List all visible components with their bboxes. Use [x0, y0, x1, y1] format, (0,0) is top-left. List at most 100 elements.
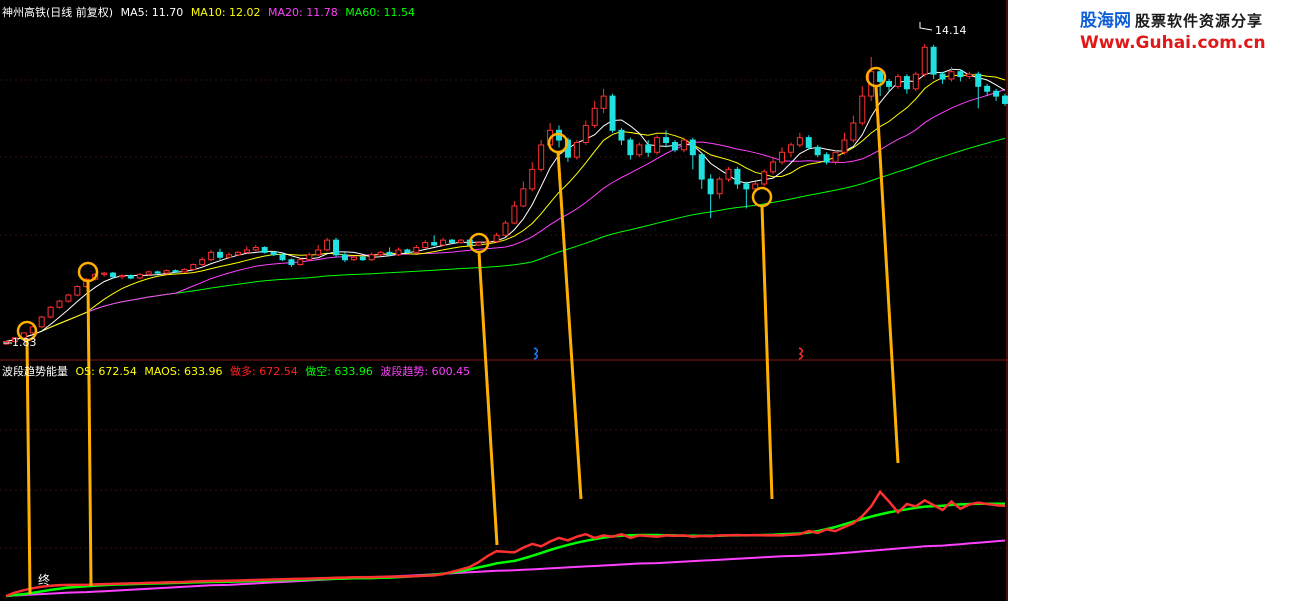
- candle-body-78: [698, 154, 705, 180]
- candle-body-98: [877, 71, 884, 82]
- candle-body-48: [431, 242, 438, 246]
- candle-body-70: [627, 139, 634, 156]
- candle-body-45: [404, 249, 411, 253]
- candle-body-89: [796, 137, 803, 146]
- candle-body-35: [315, 249, 322, 256]
- long-readout: 做多: 672.54: [230, 365, 298, 378]
- candle-body-30: [270, 251, 277, 256]
- candle-body-72: [645, 144, 652, 153]
- candle-body-66: [591, 107, 598, 126]
- candle-body-41: [368, 254, 375, 261]
- candle-body-28: [252, 246, 259, 251]
- candle-body-53: [475, 242, 482, 246]
- candle-body-24: [217, 251, 224, 258]
- candle-body-34: [306, 254, 313, 261]
- price-panel-header: 神州高铁(日线 前复权) MA5: 11.70 MA10: 12.02 MA20…: [2, 4, 419, 20]
- candle-body-109: [975, 73, 982, 87]
- signal-connector-4: [760, 205, 774, 500]
- candle-body-82: [734, 168, 741, 185]
- ma10-line: [5, 74, 1006, 342]
- candle-body-105: [939, 73, 946, 80]
- candle-body-85: [761, 171, 768, 185]
- candle-body-67: [600, 95, 607, 109]
- candle-body-22: [199, 259, 206, 266]
- candle-body-93: [832, 151, 839, 163]
- ma20-readout: MA20: 11.78: [268, 6, 338, 19]
- candle-body-6: [56, 300, 63, 308]
- trend-readout: 波段趋势: 600.45: [380, 365, 471, 378]
- candle-body-65: [582, 124, 589, 144]
- candle-body-42: [377, 251, 384, 256]
- candle-body-13: [118, 275, 125, 278]
- candle-body-94: [841, 139, 848, 153]
- candle-body-26: [234, 251, 241, 256]
- candle-body-87: [779, 151, 786, 163]
- candle-body-33: [297, 259, 304, 266]
- candle-body-32: [288, 259, 295, 266]
- short-readout: 做空: 633.96: [305, 365, 373, 378]
- candle-body-108: [966, 73, 973, 78]
- candle-body-57: [511, 205, 518, 224]
- candle-body-16: [145, 271, 152, 275]
- trend-energy-line: [5, 539, 1006, 597]
- candle-body-17: [154, 271, 161, 274]
- candle-body-88: [787, 144, 794, 153]
- candle-body-95: [850, 122, 857, 141]
- long-energy-line: [5, 489, 1006, 598]
- candle-body-50: [448, 239, 455, 244]
- maos-readout: MAOS: 633.96: [144, 365, 223, 378]
- candle-body-64: [573, 142, 580, 158]
- candle-body-19: [172, 270, 179, 273]
- candle-body-107: [957, 71, 964, 78]
- candle-body-23: [208, 251, 215, 261]
- candle-body-44: [395, 249, 402, 256]
- candle-body-20: [181, 268, 188, 273]
- candle-body-73: [654, 137, 661, 153]
- high-price-label: 14.14: [935, 24, 967, 37]
- ma60-readout: MA60: 11.54: [345, 6, 415, 19]
- ma5-line: [5, 68, 1006, 342]
- candle-body-101: [903, 76, 910, 90]
- candle-body-59: [529, 168, 536, 190]
- candle-body-112: [1002, 95, 1008, 104]
- candle-body-29: [261, 246, 268, 253]
- chart-area: 14.14 1.83 终 神州高铁(日线 前复权) MA5: 11.70 MA10:…: [0, 0, 1008, 601]
- candle-body-12: [110, 272, 117, 278]
- candle-body-49: [440, 239, 447, 246]
- energy-panel-title: 波段趋势能量: [2, 365, 68, 378]
- candle-body-38: [341, 254, 348, 261]
- candle-body-111: [993, 90, 1000, 97]
- candle-body-71: [636, 144, 643, 156]
- candle-body-5: [47, 306, 54, 318]
- os-readout: OS: 672.54: [75, 365, 137, 378]
- candle-body-86: [770, 161, 777, 173]
- watermark-url: Www.Guhai.com.cn: [1080, 33, 1266, 53]
- chart-svg: 14.14 1.83 终: [0, 0, 1008, 601]
- candle-body-46: [413, 246, 420, 253]
- ma10-readout: MA10: 12.02: [190, 6, 261, 19]
- candle-body-92: [823, 154, 830, 163]
- candle-body-51: [457, 239, 464, 244]
- candle-body-55: [493, 234, 500, 242]
- price-panel-title: 神州高铁(日线 前复权): [2, 6, 114, 19]
- candle-body-80: [716, 178, 723, 195]
- signal-connector-1: [86, 280, 93, 587]
- candle-body-90: [805, 137, 812, 148]
- candle-body-106: [948, 71, 955, 80]
- candle-body-21: [190, 264, 197, 270]
- watermark-logo: 股海网: [1080, 11, 1131, 31]
- divider-signal-0: [533, 347, 538, 360]
- candle-body-4: [38, 316, 45, 328]
- candle-body-36: [324, 239, 331, 251]
- candle-body-77: [689, 139, 696, 156]
- candle-body-39: [350, 256, 357, 261]
- low-price-label: 1.83: [12, 336, 37, 349]
- high-price-pointer: [919, 22, 933, 31]
- watermark: 股海网 股票软件资源分享 Www.Guhai.com.cn: [1080, 6, 1302, 56]
- candle-body-69: [618, 129, 625, 141]
- signal-connector-3: [556, 151, 583, 500]
- signal-connector-5: [874, 85, 900, 464]
- candle-body-104: [930, 46, 937, 75]
- candle-body-91: [814, 146, 821, 156]
- candle-body-27: [243, 249, 250, 253]
